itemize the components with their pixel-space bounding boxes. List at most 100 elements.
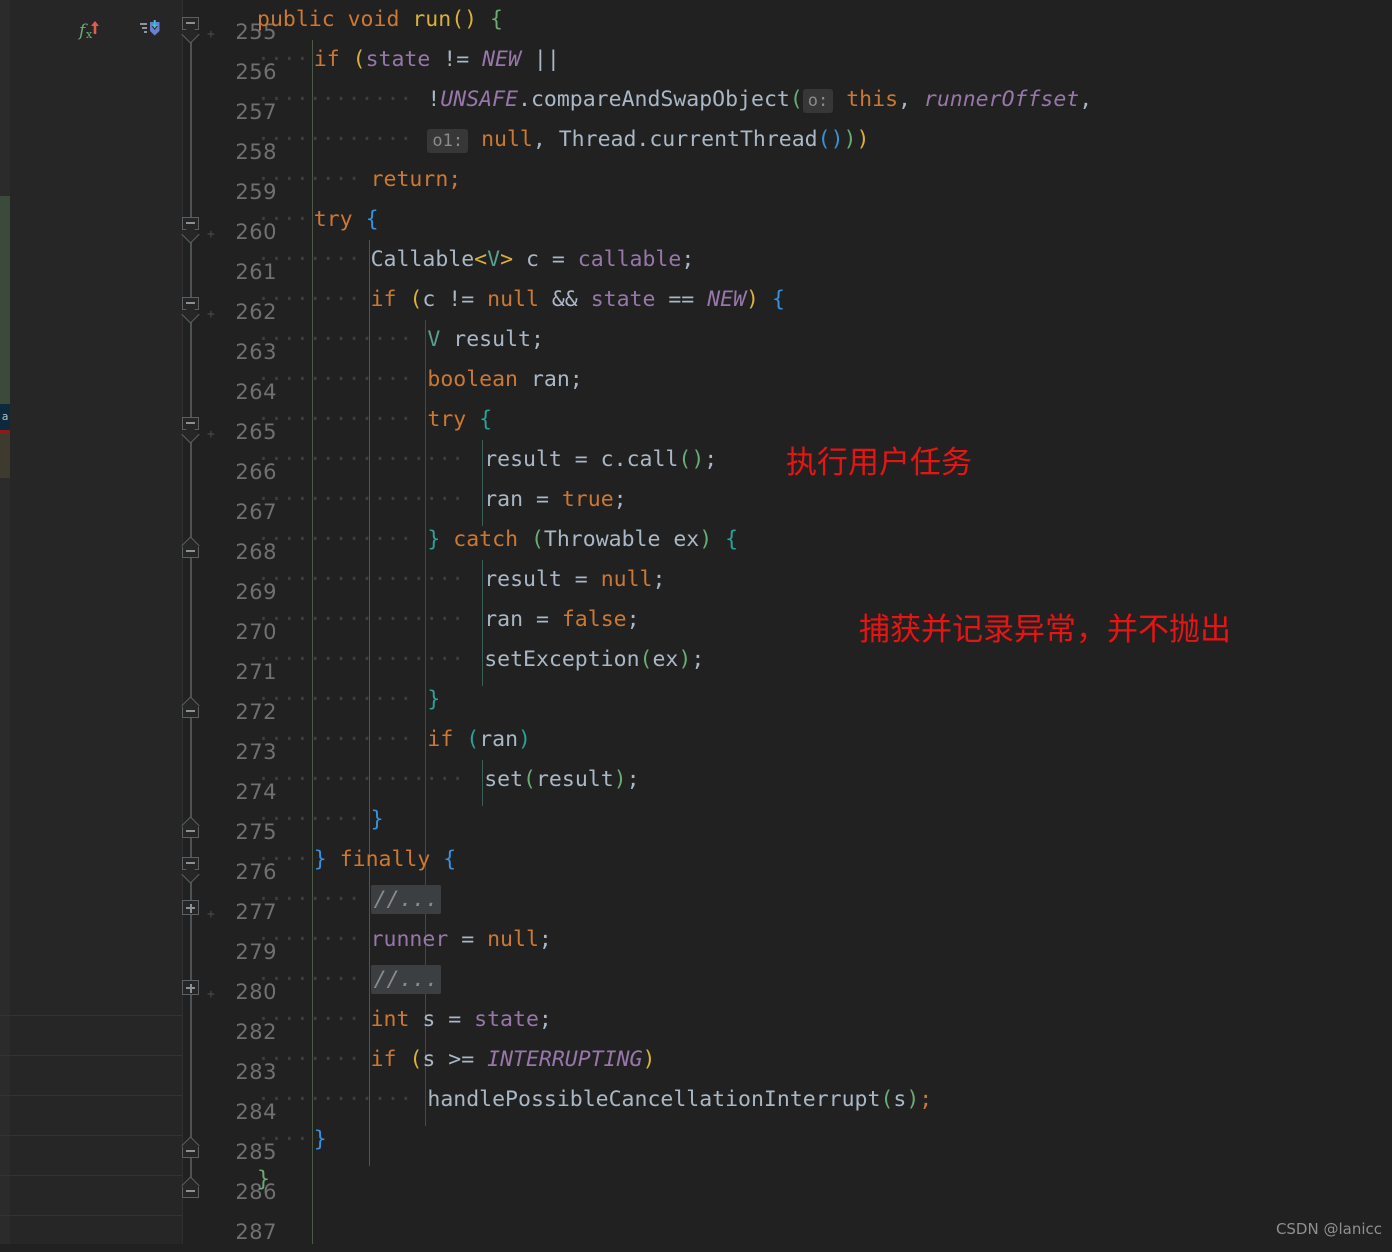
code-token: .compareAndSwapObject	[518, 87, 790, 112]
code-line[interactable]: if (ran)	[427, 720, 531, 760]
gutter-divider	[0, 1055, 182, 1056]
code-line[interactable]: if (c != null && state == NEW) {	[371, 280, 785, 320]
code-token: (	[789, 87, 803, 112]
code-line[interactable]: return;	[371, 160, 462, 200]
code-token: V	[487, 247, 501, 272]
code-token: ,	[532, 127, 559, 152]
code-line[interactable]: ran = false;	[484, 600, 639, 640]
expand-hint-icon[interactable]: +	[207, 908, 215, 921]
code-token: ;	[691, 647, 705, 672]
code-line[interactable]: } finally {	[314, 840, 456, 880]
code-token: try	[313, 207, 366, 232]
code-line[interactable]: ran = true;	[484, 480, 626, 520]
code-line[interactable]: int s = state;	[371, 1000, 552, 1040]
code-token: ;	[652, 567, 666, 592]
expand-hint-icon[interactable]: +	[207, 308, 215, 321]
folded-region[interactable]: //...	[370, 965, 442, 994]
code-line[interactable]: handlePossibleCancellationInterrupt(s);	[427, 1080, 932, 1120]
code-line[interactable]: result = null;	[484, 560, 665, 600]
code-token: if	[313, 47, 353, 72]
code-line[interactable]: }	[257, 1160, 270, 1200]
expand-hint-icon[interactable]: +	[207, 428, 215, 441]
changed-lines-marker[interactable]	[0, 196, 10, 404]
code-line[interactable]: !UNSAFE.compareAndSwapObject(o: this, ru…	[427, 80, 1092, 120]
code-line[interactable]: }	[371, 800, 384, 840]
whitespace-indicator: ········	[257, 887, 361, 912]
whitespace-indicator: ········	[257, 1007, 361, 1032]
code-line[interactable]: set(result);	[484, 760, 639, 800]
vcs-change-strip[interactable]: a	[0, 0, 10, 1244]
watermark: CSDN @lanicc	[1275, 1220, 1382, 1238]
gutter-divider	[0, 1215, 182, 1216]
override-method-icon[interactable]: f x	[77, 16, 104, 42]
expand-hint-icon[interactable]: +	[207, 28, 215, 41]
code-token: Thread.	[558, 127, 650, 152]
code-token: )	[830, 127, 844, 152]
code-token: try	[427, 407, 480, 432]
expand-hint-icon[interactable]: +	[207, 228, 215, 241]
code-token: result;	[440, 327, 544, 352]
code-token: (	[409, 1047, 423, 1072]
code-line[interactable]: if (state != NEW ||	[314, 40, 560, 80]
code-token: setException	[484, 647, 640, 672]
code-token: Throwable ex	[543, 527, 700, 552]
gutter-divider	[0, 1015, 182, 1016]
code-token: c =	[513, 247, 578, 272]
whitespace-indicator: ············	[257, 367, 413, 392]
code-token: runnerOffset	[923, 87, 1080, 112]
whitespace-indicator: ················	[257, 607, 465, 632]
modified-lines-marker[interactable]	[0, 434, 10, 478]
code-line[interactable]: public void run() {	[257, 0, 503, 40]
code-line[interactable]: try {	[314, 200, 379, 240]
code-line[interactable]: setException(ex);	[484, 640, 704, 680]
parameter-hint[interactable]: o1:	[427, 129, 469, 153]
code-token: }	[313, 1127, 327, 1152]
expand-hint-icon[interactable]: +	[207, 988, 215, 1001]
code-token: !=	[430, 47, 483, 72]
code-token: {	[725, 527, 739, 552]
code-token: {	[443, 847, 457, 872]
implementing-method-icon[interactable]	[138, 16, 164, 42]
code-token: result =	[484, 567, 601, 592]
code-token: s	[893, 1087, 907, 1112]
code-editor[interactable]: a 255 256 257 258 259 260 261 262 263 264 265 266 26…	[0, 0, 1392, 1244]
indent-guide	[482, 560, 484, 686]
code-token: ran;	[518, 367, 583, 392]
code-line[interactable]: //...	[370, 960, 442, 1000]
code-line[interactable]: Callable<V> c = callable;	[371, 240, 695, 280]
code-token: }	[313, 847, 327, 872]
code-line[interactable]: o1: null, Thread.currentThread()))	[427, 120, 869, 160]
code-line[interactable]: boolean ran;	[427, 360, 582, 400]
code-token: ran	[479, 727, 519, 752]
code-token: ;	[681, 247, 695, 272]
code-line[interactable]: result = c.call();	[484, 440, 717, 480]
whitespace-indicator: ········	[257, 167, 361, 192]
code-token: null	[487, 287, 539, 312]
caret-row-marker[interactable]: a	[0, 404, 10, 430]
code-token: }	[370, 807, 384, 832]
code-token: public	[257, 7, 348, 32]
code-token: ,	[898, 87, 924, 112]
whitespace-indicator: ············	[257, 327, 413, 352]
code-line[interactable]: runner = null;	[371, 920, 552, 960]
code-line[interactable]: }	[427, 680, 440, 720]
code-line[interactable]: V result;	[427, 320, 544, 360]
code-line[interactable]: }	[314, 1120, 327, 1160]
whitespace-indicator: ········	[257, 807, 361, 832]
code-line[interactable]: try {	[427, 400, 492, 440]
code-token: =	[448, 927, 488, 952]
code-token: {	[490, 7, 503, 32]
parameter-hint[interactable]: o:	[802, 89, 834, 113]
code-token: {	[479, 407, 493, 432]
code-token: run	[412, 7, 452, 32]
code-token: null	[481, 127, 533, 152]
whitespace-indicator: ············	[257, 127, 413, 152]
code-token: finally	[339, 847, 444, 872]
code-line[interactable]: } catch (Throwable ex) {	[427, 520, 738, 560]
folded-region[interactable]: //...	[370, 885, 442, 914]
code-token: this	[846, 87, 899, 112]
code-line[interactable]: //...	[370, 880, 442, 920]
code-line[interactable]: if (s >= INTERRUPTING)	[371, 1040, 656, 1080]
